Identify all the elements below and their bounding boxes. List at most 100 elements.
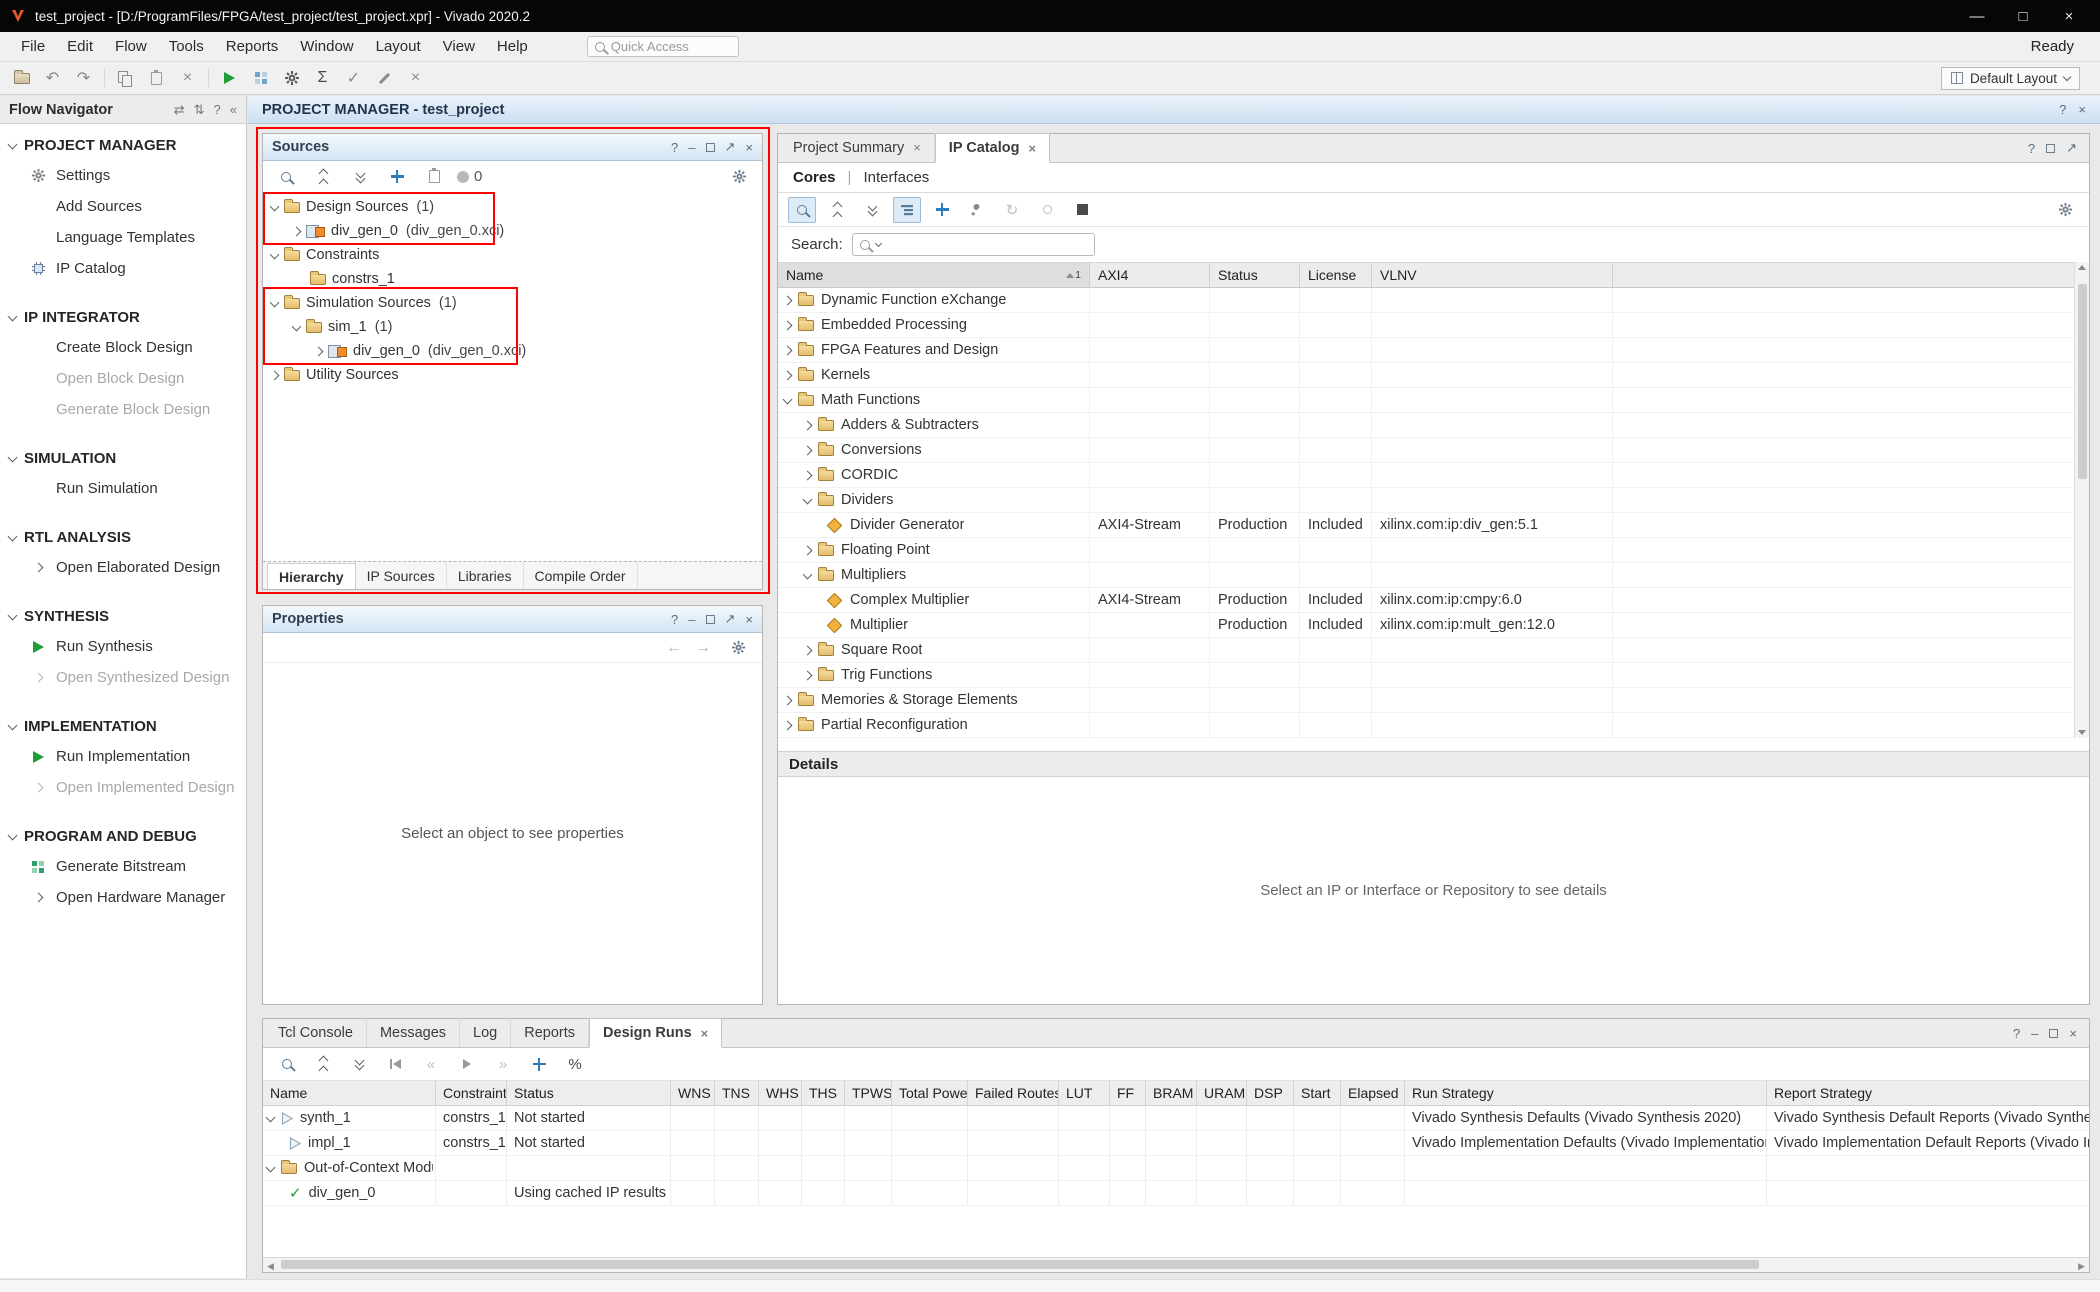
minimize-icon[interactable]: – <box>688 140 695 155</box>
help-icon[interactable]: ? <box>2059 102 2066 117</box>
column-header-name[interactable]: Name1 <box>778 263 1090 287</box>
catalog-row[interactable]: Adders & Subtracters <box>778 413 2089 438</box>
collapse-all-icon[interactable] <box>309 164 337 190</box>
tree-row-design-sources[interactable]: Design Sources(1) <box>263 195 762 219</box>
catalog-row-ip[interactable]: Divider GeneratorAXI4-StreamProductionIn… <box>778 513 2089 538</box>
menu-layout[interactable]: Layout <box>365 34 432 59</box>
column-header-status[interactable]: Status <box>1210 263 1300 287</box>
tree-row-utility-sources[interactable]: Utility Sources <box>263 363 762 387</box>
tree-row-sim-1[interactable]: sim_1(1) <box>263 315 762 339</box>
tab-tcl-console[interactable]: Tcl Console <box>265 1018 367 1047</box>
catalog-row-ip[interactable]: MultiplierProductionIncludedxilinx.com:i… <box>778 613 2089 638</box>
expand-icon[interactable] <box>270 201 280 211</box>
close-icon[interactable]: × <box>2069 1026 2077 1041</box>
create-runs-icon[interactable] <box>525 1051 553 1077</box>
column-header[interactable]: WNS <box>671 1081 715 1105</box>
section-header-simulation[interactable]: SIMULATION <box>0 443 246 473</box>
column-header[interactable]: THS <box>802 1081 845 1105</box>
help-icon[interactable]: ? <box>671 612 678 627</box>
search-icon[interactable] <box>272 164 300 190</box>
sidebar-item-run-synthesis[interactable]: Run Synthesis <box>0 631 246 662</box>
menu-tools[interactable]: Tools <box>158 34 215 59</box>
catalog-row[interactable]: Square Root <box>778 638 2089 663</box>
collapse-all-icon[interactable] <box>823 197 851 223</box>
gear-icon[interactable] <box>725 164 753 190</box>
column-header-license[interactable]: License <box>1300 263 1372 287</box>
catalog-row[interactable]: Dividers <box>778 488 2089 513</box>
expand-icon[interactable] <box>803 645 813 655</box>
expand-icon[interactable] <box>783 320 793 330</box>
column-header[interactable]: Constraints <box>436 1081 507 1105</box>
collapse-icon[interactable] <box>783 394 793 404</box>
float-icon[interactable] <box>706 143 715 152</box>
stop-icon[interactable] <box>1068 197 1096 223</box>
maximize-icon[interactable]: ↗ <box>725 139 736 155</box>
expand-icon[interactable] <box>803 545 813 555</box>
tree-row-constraints[interactable]: Constraints <box>263 243 762 267</box>
collapse-icon[interactable] <box>803 569 813 579</box>
minimize-icon[interactable]: – <box>688 612 695 627</box>
catalog-row[interactable]: FPGA Features and Design <box>778 338 2089 363</box>
section-header-program-and-debug[interactable]: PROGRAM AND DEBUG <box>0 821 246 851</box>
column-header[interactable]: Elapsed <box>1341 1081 1405 1105</box>
run-row-synth-1[interactable]: synth_1 constrs_1 Not started Vivado Syn… <box>263 1106 2089 1131</box>
sidebar-item-ip-catalog[interactable]: IP Catalog <box>0 253 246 284</box>
expand-icon[interactable] <box>783 370 793 380</box>
add-sources-icon[interactable] <box>383 164 411 190</box>
collapse-icon[interactable] <box>266 1112 276 1122</box>
expand-icon[interactable] <box>803 670 813 680</box>
collapse-sidebar-icon[interactable]: « <box>230 102 237 118</box>
search-input[interactable] <box>852 233 1095 256</box>
expand-icon[interactable] <box>803 420 813 430</box>
vertical-scrollbar[interactable] <box>2074 262 2089 738</box>
close-icon[interactable]: × <box>2078 102 2086 117</box>
expand-icon[interactable] <box>783 295 793 305</box>
swap-icon[interactable]: ⇄ <box>174 102 185 118</box>
scrollbar-thumb[interactable] <box>2078 284 2087 479</box>
expand-icon[interactable] <box>270 370 280 380</box>
copy-icon[interactable] <box>112 66 139 91</box>
sidebar-item-settings[interactable]: Settings <box>0 160 246 191</box>
catalog-row-ip[interactable]: Complex MultiplierAXI4-StreamProductionI… <box>778 588 2089 613</box>
edit-icon[interactable] <box>371 66 398 91</box>
redo-icon[interactable]: ↷ <box>70 66 97 91</box>
column-header[interactable]: LUT <box>1059 1081 1110 1105</box>
column-header-axi4[interactable]: AXI4 <box>1090 263 1210 287</box>
help-icon[interactable]: ? <box>2028 141 2035 156</box>
tab-messages[interactable]: Messages <box>367 1018 460 1047</box>
menu-reports[interactable]: Reports <box>215 34 290 59</box>
expand-icon[interactable] <box>292 226 302 236</box>
close-tab-icon[interactable]: × <box>913 140 921 155</box>
maximize-icon[interactable]: ↗ <box>2066 140 2077 156</box>
gear-icon[interactable] <box>2051 197 2079 223</box>
expand-all-icon[interactable] <box>858 197 886 223</box>
expand-all-icon[interactable] <box>346 164 374 190</box>
float-icon[interactable] <box>2049 1029 2058 1038</box>
close-icon[interactable]: × <box>745 140 753 155</box>
subtab-cores[interactable]: Cores <box>793 169 836 186</box>
menu-help[interactable]: Help <box>486 34 539 59</box>
minimize-button[interactable]: — <box>1956 3 1998 29</box>
close-tab-icon[interactable]: × <box>1028 141 1036 156</box>
tab-compile-order[interactable]: Compile Order <box>524 562 638 589</box>
catalog-row[interactable]: Dynamic Function eXchange <box>778 288 2089 313</box>
sidebar-item-add-sources[interactable]: Add Sources <box>0 191 246 222</box>
section-header-ip-integrator[interactable]: IP INTEGRATOR <box>0 302 246 332</box>
catalog-row[interactable]: Partial Reconfiguration <box>778 713 2089 738</box>
collapse-all-icon[interactable] <box>309 1051 337 1077</box>
layout-selector[interactable]: Default Layout <box>1941 67 2080 90</box>
catalog-row[interactable]: CORDIC <box>778 463 2089 488</box>
tab-ip-catalog[interactable]: IP Catalog× <box>935 133 1050 163</box>
expand-all-icon[interactable] <box>345 1051 373 1077</box>
expand-icon[interactable] <box>803 470 813 480</box>
expand-icon[interactable] <box>292 321 302 331</box>
horizontal-scrollbar[interactable]: ◀ ▶ <box>263 1257 2089 1272</box>
catalog-row[interactable]: Math Functions <box>778 388 2089 413</box>
column-header[interactable]: Start <box>1294 1081 1341 1105</box>
tree-row-constrs-1[interactable]: constrs_1 <box>263 267 762 291</box>
expand-icon[interactable] <box>803 445 813 455</box>
sidebar-item-generate-bitstream[interactable]: Generate Bitstream <box>0 851 246 882</box>
tree-row-div-gen-0-sim[interactable]: div_gen_0(div_gen_0.xci) <box>263 339 762 363</box>
expand-icon[interactable] <box>314 346 324 356</box>
tab-design-runs[interactable]: Design Runs× <box>589 1018 722 1048</box>
